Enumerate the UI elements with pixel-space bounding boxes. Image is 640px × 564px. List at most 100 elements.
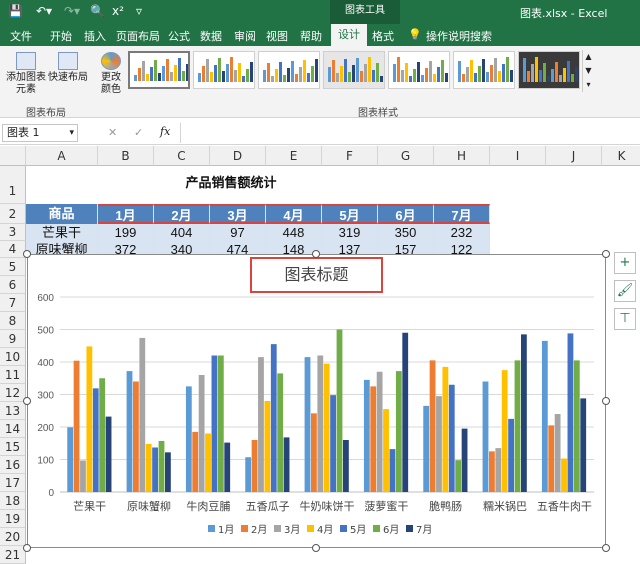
tab-design[interactable]: 设计 <box>331 24 367 46</box>
add-chart-element-button[interactable]: 添加图表 元素 <box>4 52 48 96</box>
confirm-icon[interactable]: ✓ <box>134 126 143 139</box>
quick-layout-button[interactable]: 快速布局 <box>48 52 88 84</box>
table-header-cell[interactable]: 6月 <box>378 204 434 224</box>
table-cell[interactable]: 448 <box>266 224 322 241</box>
column-header-c[interactable]: C <box>154 146 210 166</box>
row-header-16[interactable]: 16 <box>0 456 26 474</box>
column-header-f[interactable]: F <box>322 146 378 166</box>
chart-area[interactable]: 图表标题 0 100 200 300 400 500 600 芒果干 原味蟹柳 牛肉豆脯 五香瓜子牛… <box>27 254 606 548</box>
table-cell[interactable]: 97 <box>210 224 266 241</box>
column-header-h[interactable]: H <box>434 146 490 166</box>
chart-resize-handle-t[interactable] <box>312 250 320 258</box>
sheet-title[interactable]: 产品销售额统计 <box>126 170 336 196</box>
table-header-cell[interactable]: 4月 <box>266 204 322 224</box>
chart-resize-handle-r[interactable] <box>602 397 610 405</box>
chart-style-3[interactable] <box>258 51 320 89</box>
save-icon[interactable]: 💾 <box>8 4 23 18</box>
chart-resize-handle-bl[interactable] <box>23 544 31 552</box>
table-header-cell[interactable]: 2月 <box>154 204 210 224</box>
row-header-5[interactable]: 5 <box>0 258 26 276</box>
row-header-20[interactable]: 20 <box>0 528 26 546</box>
redo-icon[interactable]: ↷▾ <box>64 4 80 18</box>
select-all-corner[interactable] <box>0 146 26 166</box>
chart-elements-button[interactable]: + <box>614 252 636 274</box>
legend-swatch <box>340 525 347 532</box>
customize-qat-icon[interactable]: ▿ <box>136 4 142 18</box>
chart-style-1[interactable] <box>128 51 190 89</box>
chart-resize-handle-tr[interactable] <box>602 250 610 258</box>
row-header-11[interactable]: 11 <box>0 366 26 384</box>
chart-style-5[interactable] <box>388 51 450 89</box>
table-cell[interactable]: 232 <box>434 224 490 241</box>
tab-home[interactable]: 开始 <box>50 28 72 44</box>
chart-resize-handle-br[interactable] <box>602 544 610 552</box>
row-header-8[interactable]: 8 <box>0 312 26 330</box>
tab-view[interactable]: 视图 <box>266 28 288 44</box>
column-header-g[interactable]: G <box>378 146 434 166</box>
row-header-3[interactable]: 3 <box>0 224 26 241</box>
undo-icon[interactable]: ↶▾ <box>36 4 52 18</box>
thumb-bar <box>445 73 448 82</box>
table-header-cell[interactable]: 商品 <box>26 204 98 224</box>
tab-page-layout[interactable]: 页面布局 <box>116 28 160 44</box>
tab-review[interactable]: 审阅 <box>234 28 256 44</box>
name-box[interactable]: 图表 1 ▾ <box>2 124 78 142</box>
superscript-icon[interactable]: x² <box>112 4 124 18</box>
chart-style-6[interactable] <box>453 51 515 89</box>
chart-resize-handle-tl[interactable] <box>23 250 31 258</box>
name-box-dropdown-icon[interactable]: ▾ <box>69 125 74 141</box>
table-cell[interactable]: 芒果干 <box>26 224 98 241</box>
print-preview-icon[interactable]: 🔍 <box>90 4 105 18</box>
column-header-k[interactable]: K <box>602 146 640 166</box>
row-header-17[interactable]: 17 <box>0 474 26 492</box>
chart-resize-handle-b[interactable] <box>312 544 320 552</box>
table-header-cell[interactable]: 3月 <box>210 204 266 224</box>
table-cell[interactable]: 350 <box>378 224 434 241</box>
cancel-icon[interactable]: ✕ <box>108 126 117 139</box>
thumb-bar <box>368 57 371 82</box>
chart-resize-handle-l[interactable] <box>23 397 31 405</box>
tab-formulas[interactable]: 公式 <box>168 28 190 44</box>
column-header-d[interactable]: D <box>210 146 266 166</box>
column-header-b[interactable]: B <box>98 146 154 166</box>
bar <box>258 357 264 492</box>
gallery-scroll[interactable]: ▲ ▼ ▾ <box>582 50 594 92</box>
change-colors-button[interactable]: 更改 颜色 <box>96 52 126 96</box>
tell-me-search[interactable]: 操作说明搜索 <box>426 28 492 44</box>
formula-input[interactable] <box>180 123 638 143</box>
row-header-1[interactable]: 1 <box>0 166 26 204</box>
table-cell[interactable]: 319 <box>322 224 378 241</box>
chart-style-2[interactable] <box>193 51 255 89</box>
table-cell[interactable]: 404 <box>154 224 210 241</box>
chart-filters-icon[interactable]: ⊤ <box>614 308 636 330</box>
table-header-cell[interactable]: 7月 <box>434 204 490 224</box>
chart-style-4[interactable] <box>323 51 385 89</box>
bar <box>277 373 284 492</box>
row-header-10[interactable]: 10 <box>0 348 26 366</box>
table-cell[interactable]: 199 <box>98 224 154 241</box>
row-header-18[interactable]: 18 <box>0 492 26 510</box>
column-header-i[interactable]: I <box>490 146 546 166</box>
insert-function-icon[interactable]: fx <box>160 125 170 138</box>
row-header-7[interactable]: 7 <box>0 294 26 312</box>
column-header-e[interactable]: E <box>266 146 322 166</box>
tab-file[interactable]: 文件 <box>10 28 32 44</box>
row-header-6[interactable]: 6 <box>0 276 26 294</box>
row-header-14[interactable]: 14 <box>0 420 26 438</box>
column-header-j[interactable]: J <box>546 146 602 166</box>
tab-help[interactable]: 帮助 <box>300 28 322 44</box>
row-header-19[interactable]: 19 <box>0 510 26 528</box>
table-header-cell[interactable]: 5月 <box>322 204 378 224</box>
row-header-13[interactable]: 13 <box>0 402 26 420</box>
chart-style-7[interactable] <box>518 51 580 89</box>
chart-styles-brush-icon[interactable]: 🖌 <box>614 280 636 302</box>
row-header-15[interactable]: 15 <box>0 438 26 456</box>
row-header-9[interactable]: 9 <box>0 330 26 348</box>
table-header-cell[interactable]: 1月 <box>98 204 154 224</box>
tab-insert[interactable]: 插入 <box>84 28 106 44</box>
tab-format[interactable]: 格式 <box>372 28 394 44</box>
tab-data[interactable]: 数据 <box>200 28 222 44</box>
row-header-4[interactable]: 4 <box>0 241 26 258</box>
column-header-a[interactable]: A <box>26 146 98 166</box>
row-header-2[interactable]: 2 <box>0 204 26 224</box>
